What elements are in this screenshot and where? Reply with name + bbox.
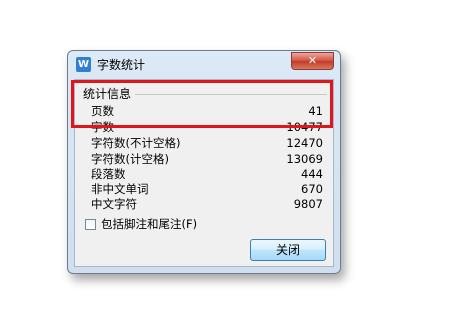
stat-value: 10477 [286, 120, 323, 134]
stats-group-label: 统计信息 [83, 86, 136, 102]
stat-value: 13069 [286, 152, 323, 166]
stat-value: 444 [301, 167, 323, 181]
stat-row-chinese-chars: 中文字符 9807 [91, 197, 323, 212]
include-footnotes-label[interactable]: 包括脚注和尾注(F) [101, 217, 197, 232]
stat-value: 9807 [293, 197, 323, 211]
stat-value: 12470 [286, 136, 323, 150]
stat-row-chars-with-spaces: 字符数(计空格) 13069 [91, 152, 323, 167]
stat-label: 段落数 [91, 167, 126, 181]
title-bar[interactable]: W 字数统计 ✕ [68, 51, 340, 79]
stat-row-chars-no-spaces: 字符数(不计空格) 12470 [91, 136, 323, 151]
stat-value: 670 [301, 182, 323, 196]
stat-label: 字符数(计空格) [91, 152, 169, 166]
stat-label: 字数 [91, 120, 114, 134]
stat-label: 字符数(不计空格) [91, 136, 181, 150]
stat-label: 中文字符 [91, 197, 137, 211]
stat-row-paragraphs: 段落数 444 [91, 167, 323, 182]
dialog-title: 字数统计 [97, 58, 146, 72]
stat-row-words: 字数 10477 [91, 120, 323, 135]
stat-row-non-chinese-words: 非中文单词 670 [91, 182, 323, 197]
close-button[interactable]: 关闭 [250, 239, 326, 261]
stat-label: 非中文单词 [91, 182, 149, 196]
group-divider [135, 94, 327, 95]
screen: W 字数统计 ✕ 统计信息 页数 41 字数 10477 字符数(不计空格) 1… [0, 0, 469, 328]
wps-writer-icon: W [76, 57, 91, 72]
stat-value: 41 [308, 104, 323, 118]
include-footnotes-checkbox[interactable] [85, 219, 96, 230]
close-icon: ✕ [307, 54, 318, 67]
stat-row-pages: 页数 41 [91, 104, 323, 119]
close-window-button[interactable]: ✕ [291, 52, 334, 70]
stat-label: 页数 [91, 104, 114, 118]
